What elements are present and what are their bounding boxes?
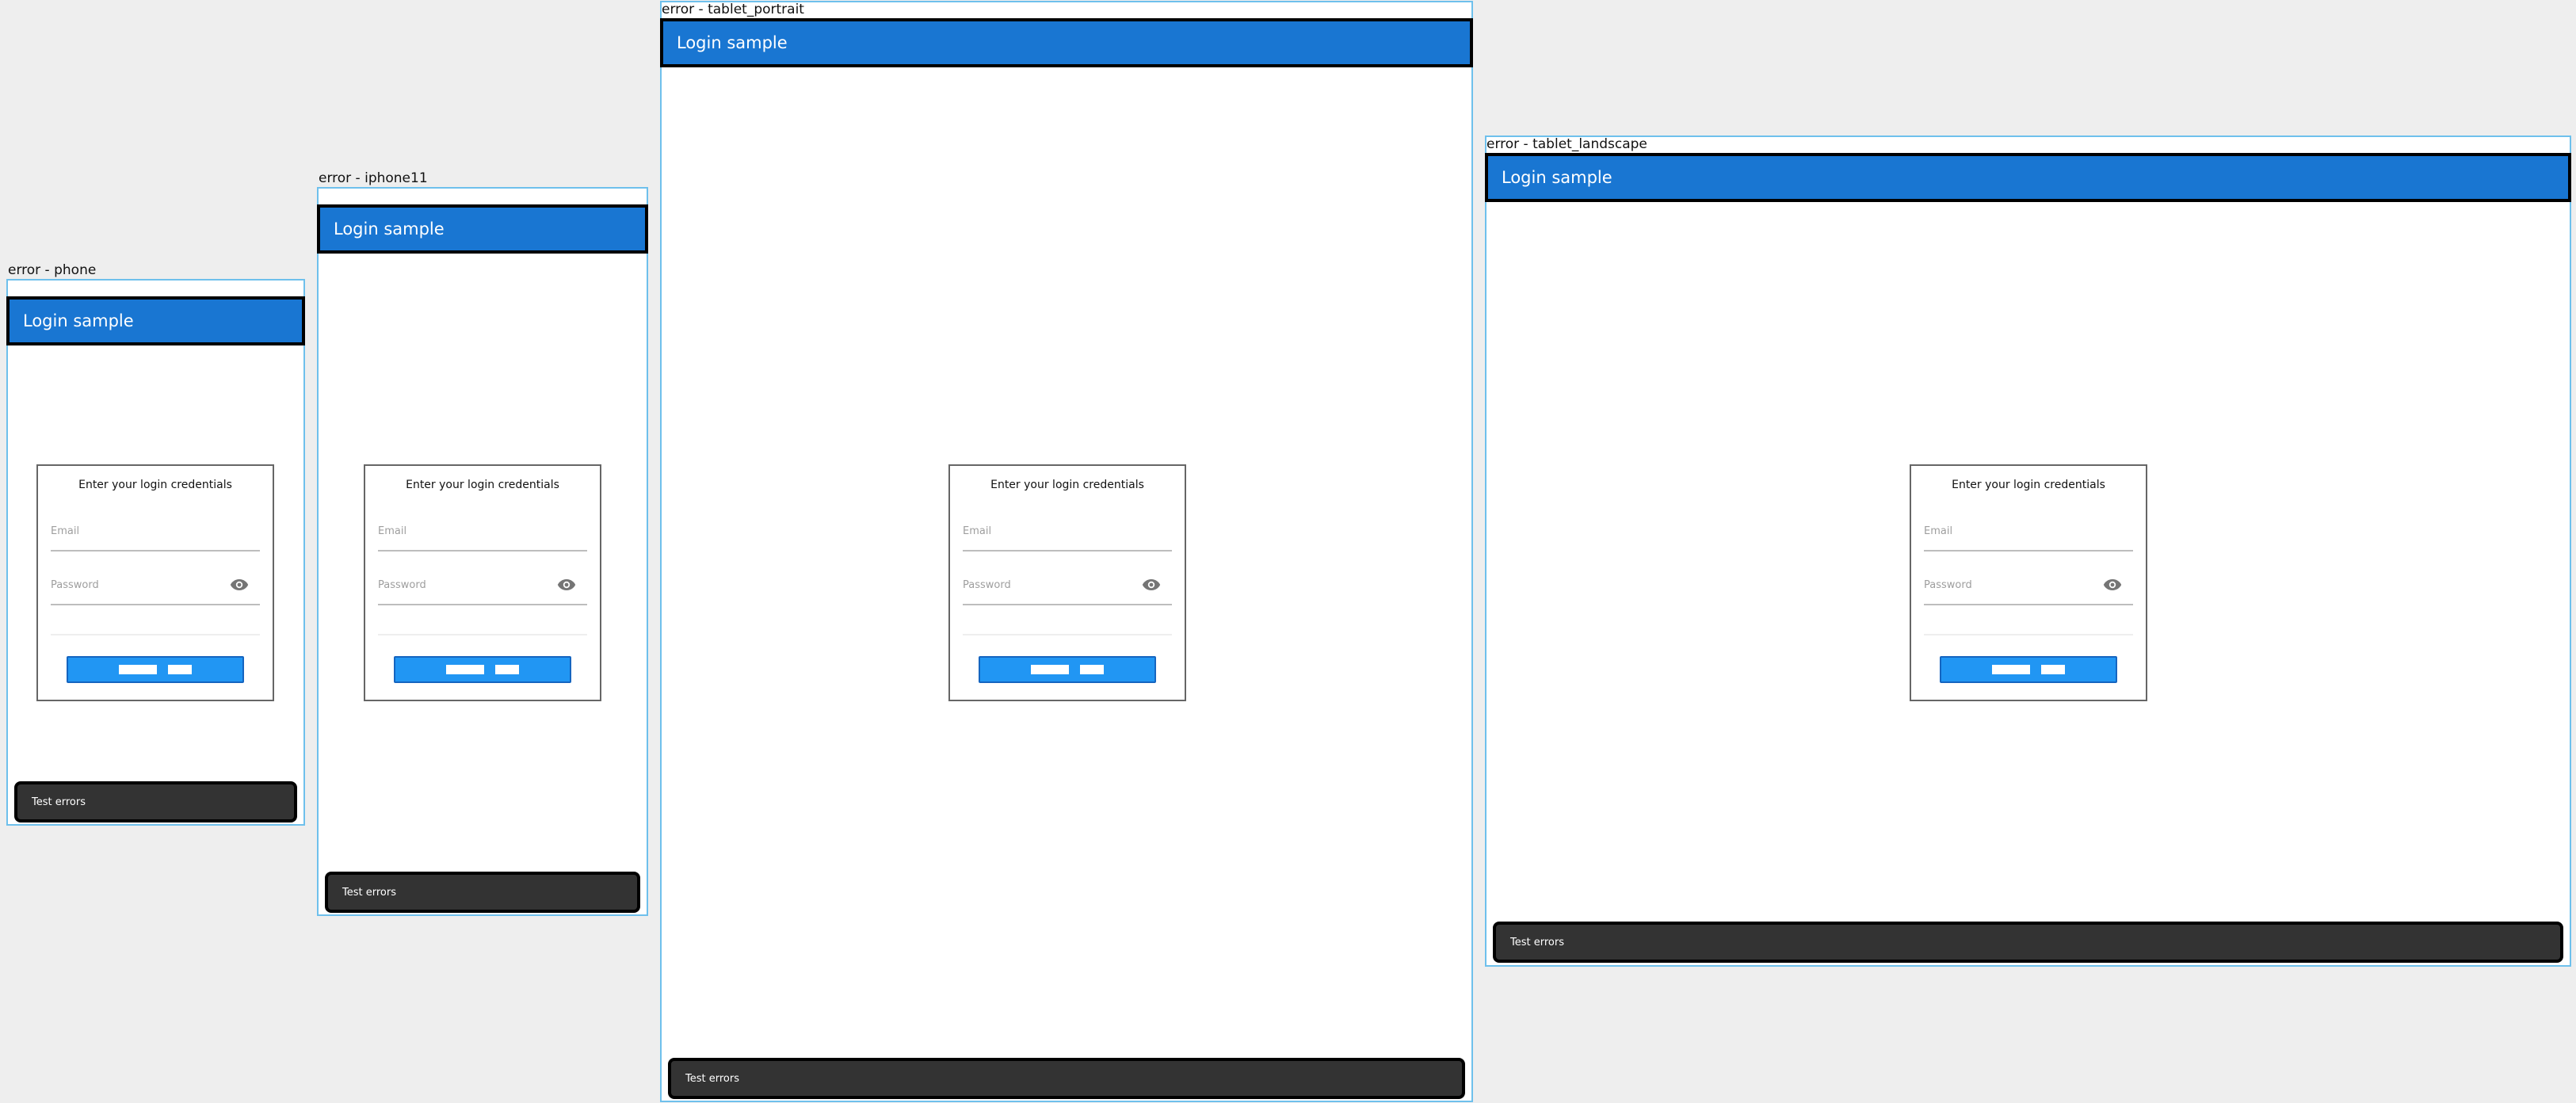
divider	[1924, 634, 2133, 635]
redacted-label-block	[495, 665, 519, 674]
email-placeholder: Email	[1924, 525, 1953, 537]
device-label: error - tablet_landscape	[1486, 136, 1647, 152]
email-field[interactable]: Email	[51, 523, 260, 552]
password-field[interactable]: Password	[378, 577, 587, 605]
login-button[interactable]	[1940, 656, 2117, 683]
login-card: Enter your login credentials Email Passw…	[1910, 464, 2147, 701]
redacted-label-block	[1992, 665, 2030, 674]
snackbar: Test errors	[325, 872, 640, 913]
card-title: Enter your login credentials	[990, 479, 1144, 491]
password-placeholder: Password	[963, 579, 1011, 591]
device-frame-tablet-landscape: error - tablet_landscape Login sample En…	[1485, 135, 2571, 967]
login-button[interactable]	[394, 656, 571, 683]
eye-icon[interactable]	[557, 578, 576, 591]
app-bar: Login sample	[1485, 153, 2571, 202]
login-card: Enter your login credentials Email Passw…	[364, 464, 601, 701]
snackbar-text: Test errors	[32, 796, 86, 808]
login-button[interactable]	[979, 656, 1156, 683]
login-card: Enter your login credentials Email Passw…	[948, 464, 1186, 701]
password-field[interactable]: Password	[963, 577, 1172, 605]
password-field[interactable]: Password	[51, 577, 260, 605]
redacted-label-block	[119, 665, 157, 674]
snackbar: Test errors	[668, 1058, 1465, 1099]
login-button[interactable]	[67, 656, 244, 683]
redacted-label-block	[446, 665, 484, 674]
email-field[interactable]: Email	[963, 523, 1172, 552]
email-field[interactable]: Email	[1924, 523, 2133, 552]
divider	[963, 634, 1172, 635]
password-placeholder: Password	[51, 579, 99, 591]
redacted-label-block	[1080, 665, 1104, 674]
snackbar-text: Test errors	[1510, 936, 1564, 948]
password-field[interactable]: Password	[1924, 577, 2133, 605]
card-title: Enter your login credentials	[406, 479, 559, 491]
email-field[interactable]: Email	[378, 523, 587, 552]
app-bar-title: Login sample	[23, 311, 134, 330]
snackbar-text: Test errors	[685, 1072, 739, 1085]
snackbar-text: Test errors	[342, 886, 396, 899]
card-title: Enter your login credentials	[1952, 479, 2105, 491]
email-placeholder: Email	[51, 525, 80, 537]
app-bar: Login sample	[6, 296, 305, 345]
eye-icon[interactable]	[2103, 578, 2122, 591]
password-placeholder: Password	[378, 579, 426, 591]
divider	[51, 634, 260, 635]
password-placeholder: Password	[1924, 579, 1972, 591]
app-bar: Login sample	[317, 204, 648, 254]
redacted-label-block	[2041, 665, 2065, 674]
divider	[378, 634, 587, 635]
device-frame-iphone11: error - iphone11 Login sample Enter your…	[317, 170, 648, 916]
device-frame-phone: error - phone Login sample Enter your lo…	[6, 262, 305, 826]
app-bar-title: Login sample	[677, 33, 788, 52]
device-frame-tablet-portrait: error - tablet_portrait Login sample Ent…	[660, 1, 1473, 1102]
redacted-label-block	[168, 665, 192, 674]
eye-icon[interactable]	[230, 578, 249, 591]
email-placeholder: Email	[963, 525, 992, 537]
redacted-label-block	[1031, 665, 1069, 674]
snackbar: Test errors	[14, 781, 297, 822]
snackbar: Test errors	[1493, 922, 2563, 963]
app-bar: Login sample	[660, 18, 1473, 67]
eye-icon[interactable]	[1142, 578, 1161, 591]
app-bar-title: Login sample	[334, 219, 445, 239]
app-bar-title: Login sample	[1502, 168, 1612, 187]
device-label: error - iphone11	[319, 170, 428, 186]
login-card: Enter your login credentials Email Passw…	[36, 464, 274, 701]
device-label: error - phone	[8, 262, 97, 278]
email-placeholder: Email	[378, 525, 407, 537]
device-label: error - tablet_portrait	[662, 2, 804, 17]
card-title: Enter your login credentials	[78, 479, 232, 491]
